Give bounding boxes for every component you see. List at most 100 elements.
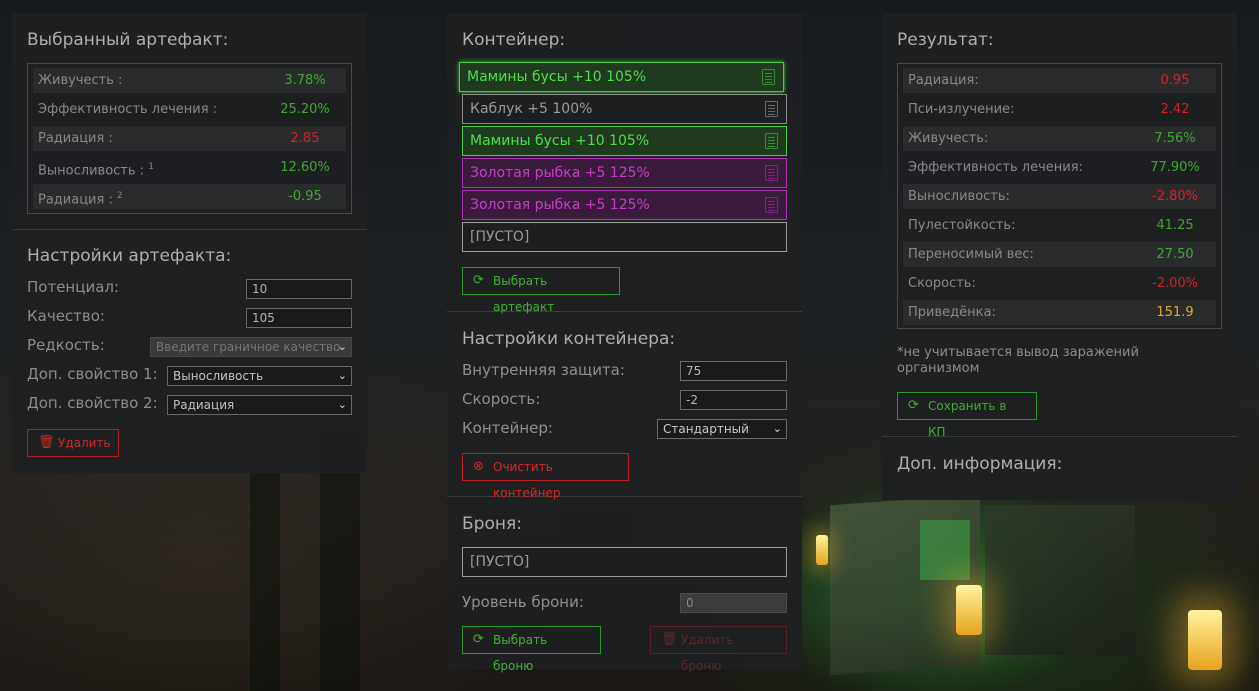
extra2-select-value: Радиация — [173, 398, 235, 412]
stat-label: Пси-излучение: — [908, 102, 1015, 117]
container-slot-label: Мамины бусы +10 105% — [470, 133, 650, 149]
rarity-label: Редкость: — [27, 336, 105, 354]
stat-footnote: 2 — [116, 191, 123, 201]
clear-container-label: Очистить контейнер — [493, 460, 561, 500]
container-slot-label: Золотая рыбка +5 125% — [470, 197, 650, 213]
chevron-down-icon: ⌄ — [337, 369, 347, 382]
rarity-select[interactable]: Введите граничное качество ⌄ — [150, 337, 352, 357]
background-tree — [250, 470, 280, 691]
stat-value: -2.80% — [1152, 189, 1198, 204]
background-monitor — [985, 505, 1135, 655]
stat-value: -2.00% — [1152, 276, 1198, 291]
inner-protection-label: Внутренняя защита: — [462, 361, 625, 379]
document-icon[interactable] — [765, 101, 778, 117]
stat-value: 151.9 — [1156, 305, 1194, 320]
stat-row: Эффективность лечения : 25.20% — [33, 97, 346, 122]
container-slot[interactable]: Каблук +5 100% — [462, 94, 787, 124]
chevron-down-icon: ⌄ — [337, 340, 347, 353]
stat-row: Переносимый вес: 27.50 — [903, 242, 1216, 267]
stat-label: Выносливость: — [908, 189, 1010, 204]
container-settings-title: Настройки контейнера: — [462, 329, 676, 349]
stat-value: 12.60% — [280, 160, 330, 175]
stat-label: Живучесть: — [908, 131, 989, 146]
stat-label: Пулестойкость: — [908, 218, 1016, 233]
document-icon[interactable] — [765, 133, 778, 149]
container-slot[interactable]: Мамины бусы +10 105% — [462, 126, 787, 156]
stat-value: 7.56% — [1154, 131, 1196, 146]
stat-value: 25.20% — [280, 102, 330, 117]
divider — [12, 229, 367, 230]
inner-protection-input[interactable]: 75 — [680, 361, 787, 381]
select-artifact-button[interactable]: ⟳ Выбрать артефакт — [462, 267, 620, 314]
stat-label-text: Радиация : — [38, 192, 113, 208]
stat-row: Радиация : 2.85 — [33, 126, 346, 151]
refresh-icon: ⟳ — [473, 632, 484, 647]
artifact-panel: Выбранный артефакт: Живучесть : 3.78% Эф… — [12, 13, 367, 473]
document-icon[interactable] — [765, 165, 778, 181]
container-slot[interactable]: [ПУСТО] — [462, 222, 787, 252]
extra2-select[interactable]: Радиация ⌄ — [167, 395, 352, 415]
candle-icon — [1188, 610, 1222, 670]
clear-container-button[interactable]: ⊗ Очистить контейнер — [462, 453, 629, 500]
extra1-select[interactable]: Выносливость ⌄ — [167, 366, 352, 386]
container-type-label: Контейнер: — [462, 419, 553, 437]
stat-footnote: 1 — [148, 162, 154, 172]
stat-value: 0.95 — [1160, 73, 1190, 88]
refresh-icon: ⟳ — [473, 273, 484, 288]
document-icon[interactable] — [762, 69, 775, 85]
container-slot[interactable]: Золотая рыбка +5 125% — [462, 158, 787, 188]
quality-input[interactable]: 105 — [246, 308, 352, 328]
stat-row: Скорость: -2.00% — [903, 271, 1216, 296]
close-circle-icon: ⊗ — [473, 459, 484, 474]
armor-level-input[interactable]: 0 — [680, 593, 787, 613]
rarity-select-value: Введите граничное качество — [156, 340, 341, 354]
armor-level-label: Уровень брони: — [462, 593, 584, 611]
armor-title: Броня: — [462, 514, 522, 534]
stat-label: Радиация: — [908, 73, 979, 88]
trash-icon: 🗑 — [661, 632, 678, 647]
stat-row: Пулестойкость: 41.25 — [903, 213, 1216, 238]
candle-icon — [816, 535, 828, 565]
stat-row: Радиация : 2 -0.95 — [33, 184, 346, 209]
container-slot[interactable]: Золотая рыбка +5 125% — [462, 190, 787, 220]
delete-armor-button[interactable]: 🗑 Удалить броню — [650, 626, 787, 673]
potential-input[interactable]: 10 — [246, 279, 352, 299]
armor-slot-label: [ПУСТО] — [470, 554, 530, 570]
container-slot[interactable]: Мамины бусы +10 105% — [459, 62, 784, 92]
stat-row: Выносливость: -2.80% — [903, 184, 1216, 209]
stat-value: 77.90% — [1150, 160, 1200, 175]
stat-row: Пси-излучение: 2.42 — [903, 97, 1216, 122]
delete-artifact-button[interactable]: 🗑 Удалить — [27, 429, 119, 457]
speed-label: Скорость: — [462, 390, 541, 408]
stat-value: 2.42 — [1160, 102, 1190, 117]
speed-input[interactable]: -2 — [680, 390, 787, 410]
container-slot-label: Мамины бусы +10 105% — [467, 69, 647, 85]
stat-label: Выносливость : 1 — [38, 155, 154, 183]
armor-slot[interactable]: [ПУСТО] — [462, 547, 787, 577]
stat-label-text: Выносливость : — [38, 163, 145, 179]
save-kp-button[interactable]: ⟳ Сохранить в КП — [897, 392, 1037, 439]
stat-value: 41.25 — [1156, 218, 1194, 233]
result-note: *не учитывается вывод заражений организм… — [897, 345, 1139, 376]
select-artifact-label: Выбрать артефакт — [493, 274, 555, 314]
chevron-down-icon: ⌄ — [772, 422, 782, 435]
candle-icon — [956, 585, 982, 635]
selected-artifact-stats: Живучесть : 3.78% Эффективность лечения … — [27, 63, 352, 214]
trash-icon: 🗑 — [38, 435, 55, 450]
container-type-select[interactable]: Стандартный ⌄ — [657, 419, 787, 439]
result-stats: Радиация: 0.95 Пси-излучение: 2.42 Живуч… — [897, 63, 1222, 329]
select-armor-button[interactable]: ⟳ Выбрать броню — [462, 626, 601, 673]
potential-label: Потенциал: — [27, 278, 120, 296]
stat-label: Радиация : — [38, 131, 113, 146]
stat-row: Живучесть : 3.78% — [33, 68, 346, 93]
stat-value: 2.85 — [290, 131, 320, 146]
save-kp-label: Сохранить в КП — [928, 399, 1007, 439]
quality-label: Качество: — [27, 307, 105, 325]
extra1-select-value: Выносливость — [173, 369, 264, 383]
chevron-down-icon: ⌄ — [337, 398, 347, 411]
document-icon[interactable] — [765, 197, 778, 213]
stat-row: Живучесть: 7.56% — [903, 126, 1216, 151]
stat-row: Приведёнка: 151.9 — [903, 300, 1216, 325]
background-terminal-screen — [920, 520, 970, 580]
result-panel: Результат: Радиация: 0.95 Пси-излучение:… — [882, 13, 1237, 500]
